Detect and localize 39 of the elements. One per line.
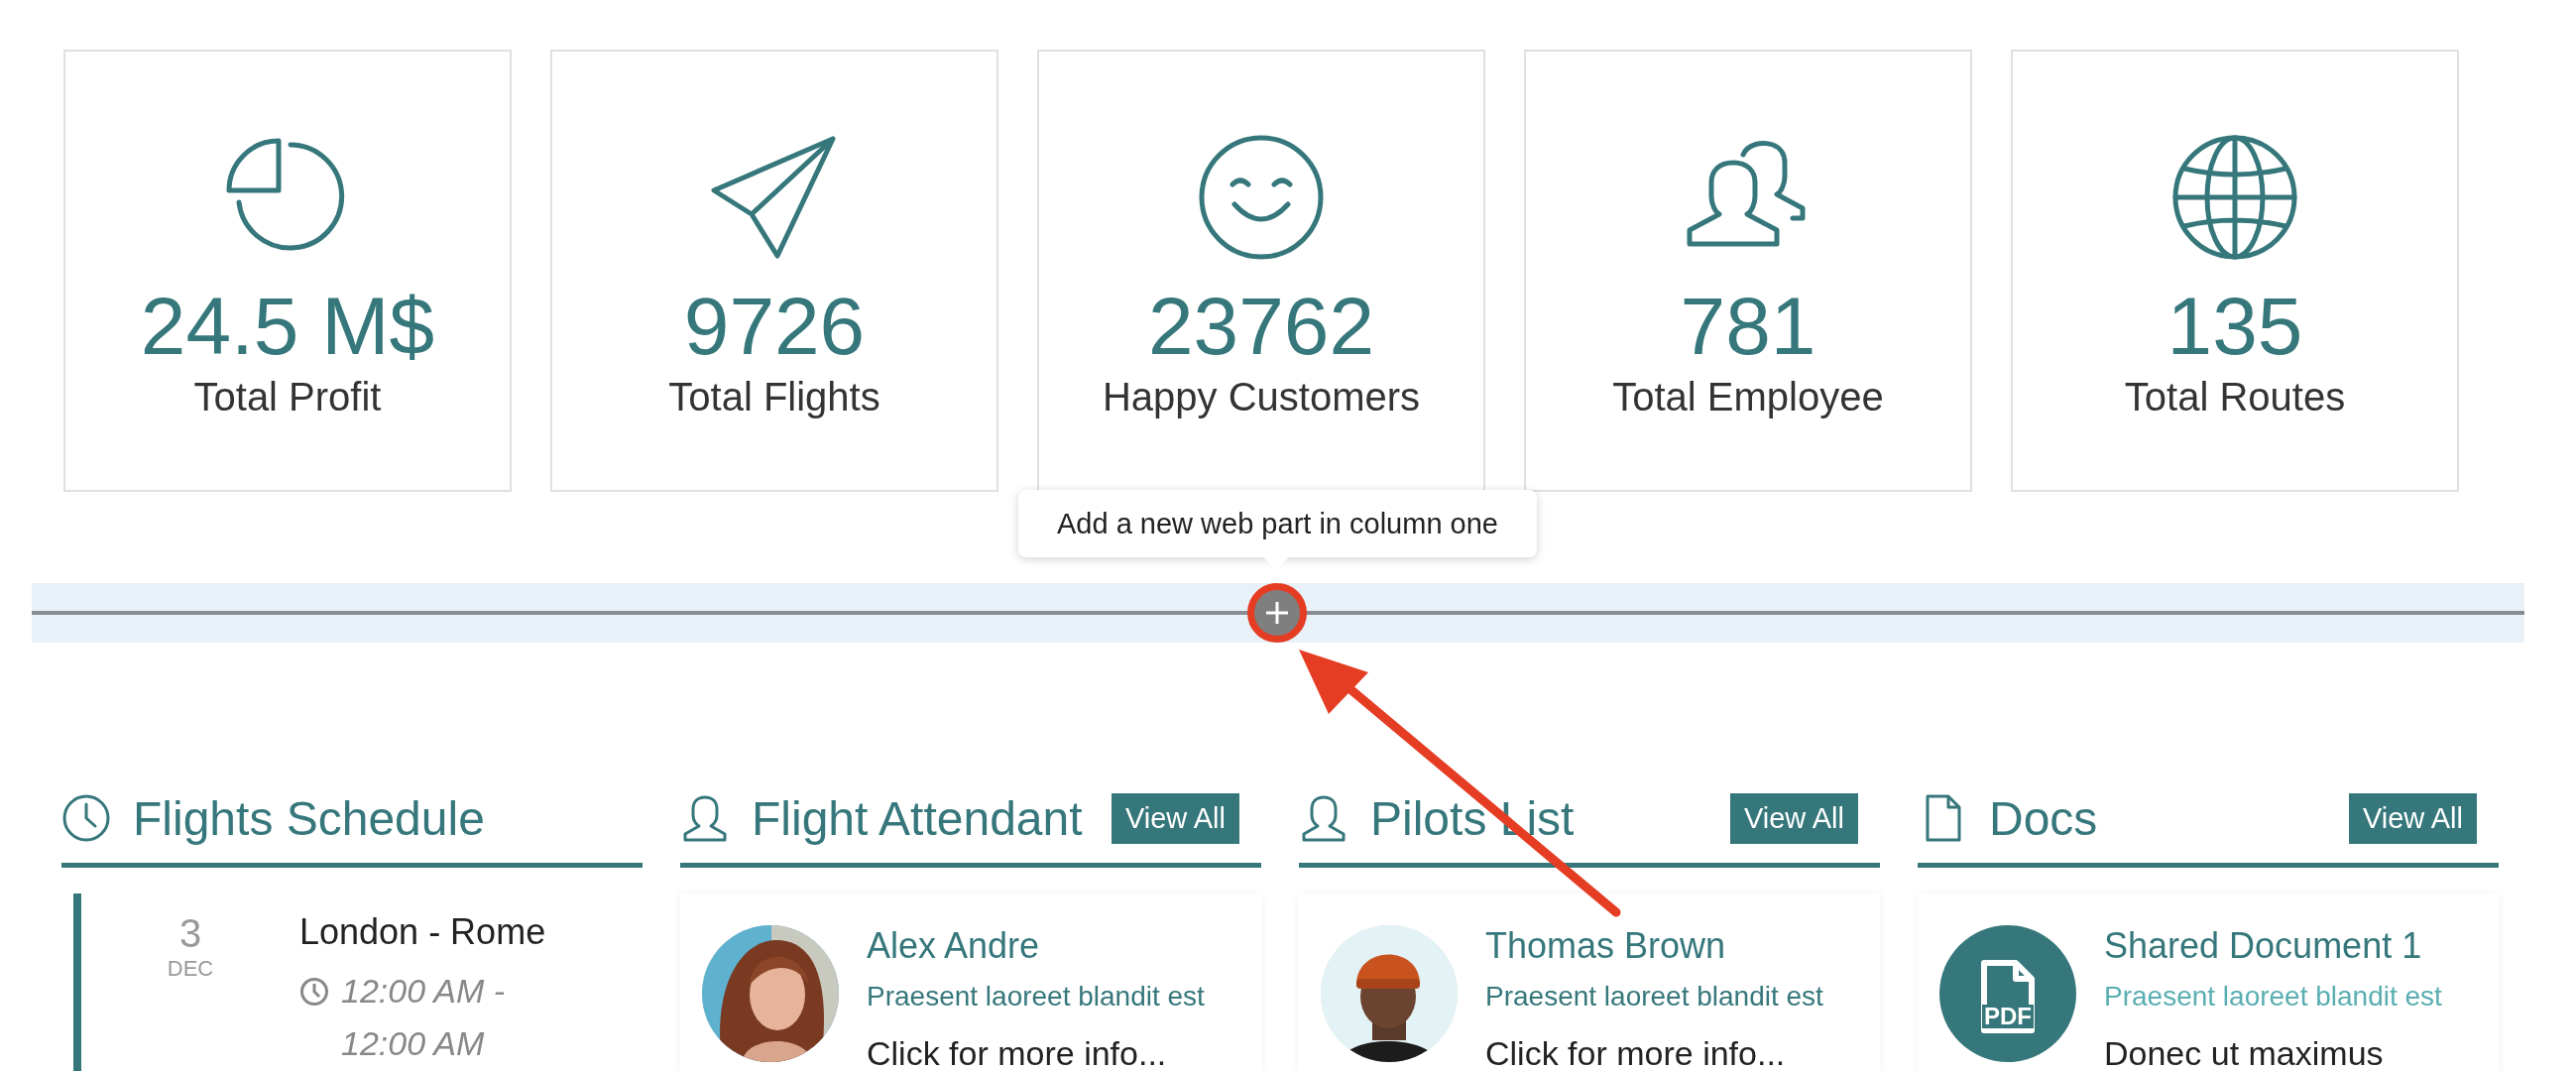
document-name[interactable]: Shared Document 1 xyxy=(2104,925,2442,967)
stat-label: Happy Customers xyxy=(1102,375,1421,419)
smiley-icon xyxy=(1197,133,1326,262)
add-web-part-button[interactable] xyxy=(1247,583,1307,643)
section-title: Flights Schedule xyxy=(133,790,485,846)
person-name[interactable]: Thomas Brown xyxy=(1485,925,1823,967)
stat-value: 781 xyxy=(1680,286,1816,367)
more-info-link[interactable]: Click for more info... xyxy=(867,1034,1205,1071)
view-all-button[interactable]: View All xyxy=(2348,792,2477,844)
view-all-button[interactable]: View All xyxy=(1111,792,1239,844)
section-title: Flight Attendant xyxy=(752,790,1083,846)
document-excerpt: Donec ut maximus xyxy=(2104,1034,2385,1071)
clock-icon xyxy=(299,977,329,1007)
more-info-link[interactable]: Click for more info... xyxy=(1485,1034,1823,1071)
date-month: DEC xyxy=(167,956,214,982)
stat-label: Total Routes xyxy=(2124,375,2346,419)
stat-label: Total Profit xyxy=(193,375,382,419)
file-type-label: PDF xyxy=(1982,1005,2034,1028)
stat-value: 135 xyxy=(2166,286,2303,367)
file-icon xyxy=(1978,959,2038,1034)
date-day: 3 xyxy=(178,911,202,956)
stat-value: 24.5 M$ xyxy=(140,286,435,367)
section-title: Docs xyxy=(1989,790,2098,846)
document-subtitle: Praesent laoreet blandit est xyxy=(2104,981,2442,1012)
globe-icon xyxy=(2170,133,2299,262)
stat-label: Total Employee xyxy=(1612,375,1884,419)
stat-value: 9726 xyxy=(683,286,866,367)
stat-value: 23762 xyxy=(1148,286,1374,367)
paper-plane-icon xyxy=(710,133,839,262)
flight-route: London - Rome xyxy=(299,911,547,953)
person-subtitle: Praesent laoreet blandit est xyxy=(867,981,1205,1012)
stat-label: Total Flights xyxy=(668,375,880,419)
flight-time: 12:00 AM - 12:00 AM xyxy=(341,971,507,1064)
view-all-button[interactable]: View All xyxy=(1729,792,1858,844)
person-subtitle: Praesent laoreet blandit est xyxy=(1485,981,1823,1012)
person-name[interactable]: Alex Andre xyxy=(867,925,1205,967)
clock-icon xyxy=(61,793,111,843)
plus-icon xyxy=(1264,600,1290,626)
tooltip-text: Add a new web part in column one xyxy=(1057,507,1498,540)
